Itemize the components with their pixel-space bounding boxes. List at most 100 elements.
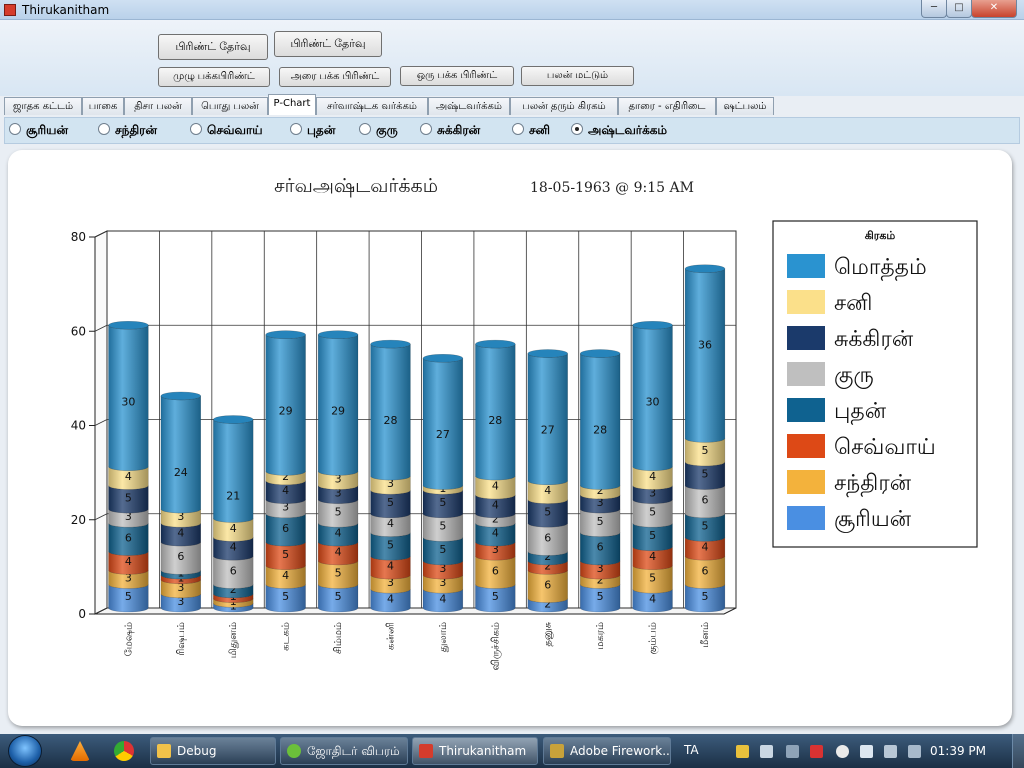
chrome-icon[interactable] — [114, 741, 134, 761]
half-page-print-button[interactable]: அரை பக்க பிரிண்ட் — [279, 67, 391, 87]
network-icon[interactable] — [884, 745, 897, 758]
data-label: 5 — [439, 496, 446, 509]
bar-segment: 6 — [579, 532, 621, 566]
tray-icon[interactable] — [810, 745, 823, 758]
data-label: 4 — [230, 522, 237, 535]
vlc-icon[interactable] — [70, 741, 90, 761]
radio-sevvaai[interactable]: செவ்வாய் — [190, 123, 263, 139]
tab-shadbalam[interactable]: ஷட்பலம் — [716, 97, 774, 115]
data-label: 5 — [335, 505, 342, 518]
tab-palan-tharum-kiragam[interactable]: பலன் தரும் கிரகம் — [510, 97, 618, 115]
bar-top-cap — [579, 349, 621, 358]
radio-sani[interactable]: சனி — [512, 123, 550, 139]
data-label: 5 — [439, 520, 446, 533]
radio-sooriyan[interactable]: சூரியன் — [9, 123, 68, 139]
data-label: 28 — [593, 424, 607, 437]
legend-label: செவ்வாய் — [834, 435, 936, 460]
bar-segment: 6 — [684, 485, 726, 518]
radio-ashtavarkkam[interactable]: அஷ்டவர்க்கம் — [571, 123, 667, 139]
close-button[interactable]: ✕ — [971, 0, 1017, 18]
data-label: 6 — [492, 564, 499, 577]
tray-icon[interactable] — [908, 745, 921, 758]
data-label: 6 — [282, 522, 289, 535]
tab-sarvashtaga-varkkam[interactable]: சர்வாஷ்டக வர்க்கம் — [316, 97, 428, 115]
tray-icon[interactable] — [760, 745, 773, 758]
bar-segment: 6 — [475, 556, 516, 589]
data-label: 21 — [226, 490, 240, 503]
data-label: 5 — [597, 590, 604, 603]
bar-top-cap — [265, 330, 306, 339]
data-label: 29 — [279, 405, 293, 418]
y-tick-label: 0 — [78, 607, 86, 621]
full-page-print-button[interactable]: முழு பக்கபிரிண்ட் — [158, 67, 270, 87]
one-page-print-button[interactable]: ஒரு பக்க பிரிண்ட் — [400, 66, 514, 86]
radio-circle — [190, 123, 202, 135]
data-label: 5 — [282, 548, 289, 561]
bar-segment-body — [422, 358, 464, 490]
data-label: 5 — [701, 590, 708, 603]
tab-jathaga-kattam[interactable]: ஜாதக கட்டம் — [4, 97, 82, 115]
start-button[interactable] — [8, 735, 42, 767]
y-tick-label: 60 — [71, 324, 86, 338]
data-label: 4 — [701, 541, 708, 554]
bar-top-cap — [527, 349, 568, 358]
print-select-button-2[interactable]: பிரிண்ட் தேர்வு — [274, 31, 382, 57]
bar-top-cap — [108, 321, 149, 330]
language-indicator[interactable]: TA — [684, 743, 699, 757]
radio-sukkiran[interactable]: சுக்கிரன் — [420, 123, 480, 139]
x-tick-label: மகரம் — [595, 622, 606, 650]
show-desktop-button[interactable] — [1012, 734, 1024, 768]
radio-santhiran[interactable]: சந்திரன் — [98, 123, 157, 139]
tab-thisa-palan[interactable]: திசா பலன் — [124, 97, 192, 115]
title-bar: Thirukanitham ─ □ ✕ — [0, 0, 1024, 20]
tab-thaarai-ethiridai[interactable]: தாரை - எதிரிடை — [618, 97, 716, 115]
data-label: 6 — [177, 550, 184, 563]
chart-panel: சர்வஅஷ்டவர்க்கம் 18-05-1963 @ 9:15 AM 5 3… — [8, 150, 1012, 726]
bar-segment: 30 — [108, 321, 149, 471]
data-label: 4 — [230, 541, 237, 554]
bluetooth-icon[interactable] — [786, 745, 799, 758]
bar-top-cap — [370, 339, 411, 349]
data-label: 6 — [701, 564, 708, 577]
data-label: 27 — [436, 428, 450, 441]
legend-label: சந்திரன் — [834, 471, 912, 497]
volume-icon[interactable] — [860, 745, 873, 758]
legend-label: மொத்தம் — [834, 255, 927, 281]
bar-segment-body — [160, 395, 201, 514]
chart-legend: கிரகம் மொத்தம் சனி சுக்கிரன் குரு புதன் செவ்வ… — [772, 220, 978, 548]
tab-pothu-palan[interactable]: பொது பலன் — [192, 97, 268, 115]
data-label: 5 — [597, 515, 604, 528]
legend-item: சந்திரன் — [787, 470, 912, 497]
radio-circle-selected — [571, 123, 583, 135]
bar-top-cap — [632, 321, 673, 330]
bar-top-cap — [684, 264, 726, 273]
x-axis-labels: மேஷம் ரிஷபம் மிதுனம் கடகம் சிம்மம் கன்னி துலாம… — [123, 622, 711, 671]
data-label: 6 — [701, 494, 708, 507]
minimize-button[interactable]: ─ — [921, 0, 947, 18]
radio-puthan[interactable]: புதன் — [290, 123, 335, 139]
taskbar-item-thirukanitham[interactable]: Thirukanitham — [412, 737, 538, 765]
print-select-button[interactable]: பிரிண்ட் தேர்வு — [158, 34, 268, 60]
x-tick-label: ரிஷபம் — [176, 622, 187, 656]
tab-ashtavarkkam[interactable]: அஷ்டவர்க்கம் — [428, 97, 510, 115]
legend-swatch — [787, 362, 825, 386]
tray-icon[interactable] — [736, 745, 749, 758]
bar-segment: 28 — [475, 339, 516, 481]
data-label: 5 — [387, 538, 394, 551]
data-label: 4 — [649, 550, 656, 563]
radio-guru[interactable]: குரு — [359, 123, 398, 139]
legend-item: மொத்தம் — [787, 254, 927, 281]
taskbar-item-jothidar[interactable]: ஜோதிடர் விபரம் — [280, 737, 408, 765]
tray-icon[interactable] — [836, 745, 849, 758]
app-icon — [4, 4, 16, 16]
bar-segment-body — [579, 353, 621, 490]
data-label: 30 — [121, 395, 135, 408]
maximize-button[interactable]: □ — [946, 0, 972, 18]
tab-paagai[interactable]: பாகை — [82, 97, 124, 115]
taskbar-item-fireworks[interactable]: Adobe Firework... — [543, 737, 671, 765]
bar-segment-body — [475, 344, 516, 481]
radio-circle — [359, 123, 371, 135]
taskbar-item-debug[interactable]: Debug — [150, 737, 276, 765]
tab-p-chart[interactable]: P-Chart — [268, 94, 316, 115]
results-only-button[interactable]: பலன் மட்டும் — [521, 66, 634, 86]
